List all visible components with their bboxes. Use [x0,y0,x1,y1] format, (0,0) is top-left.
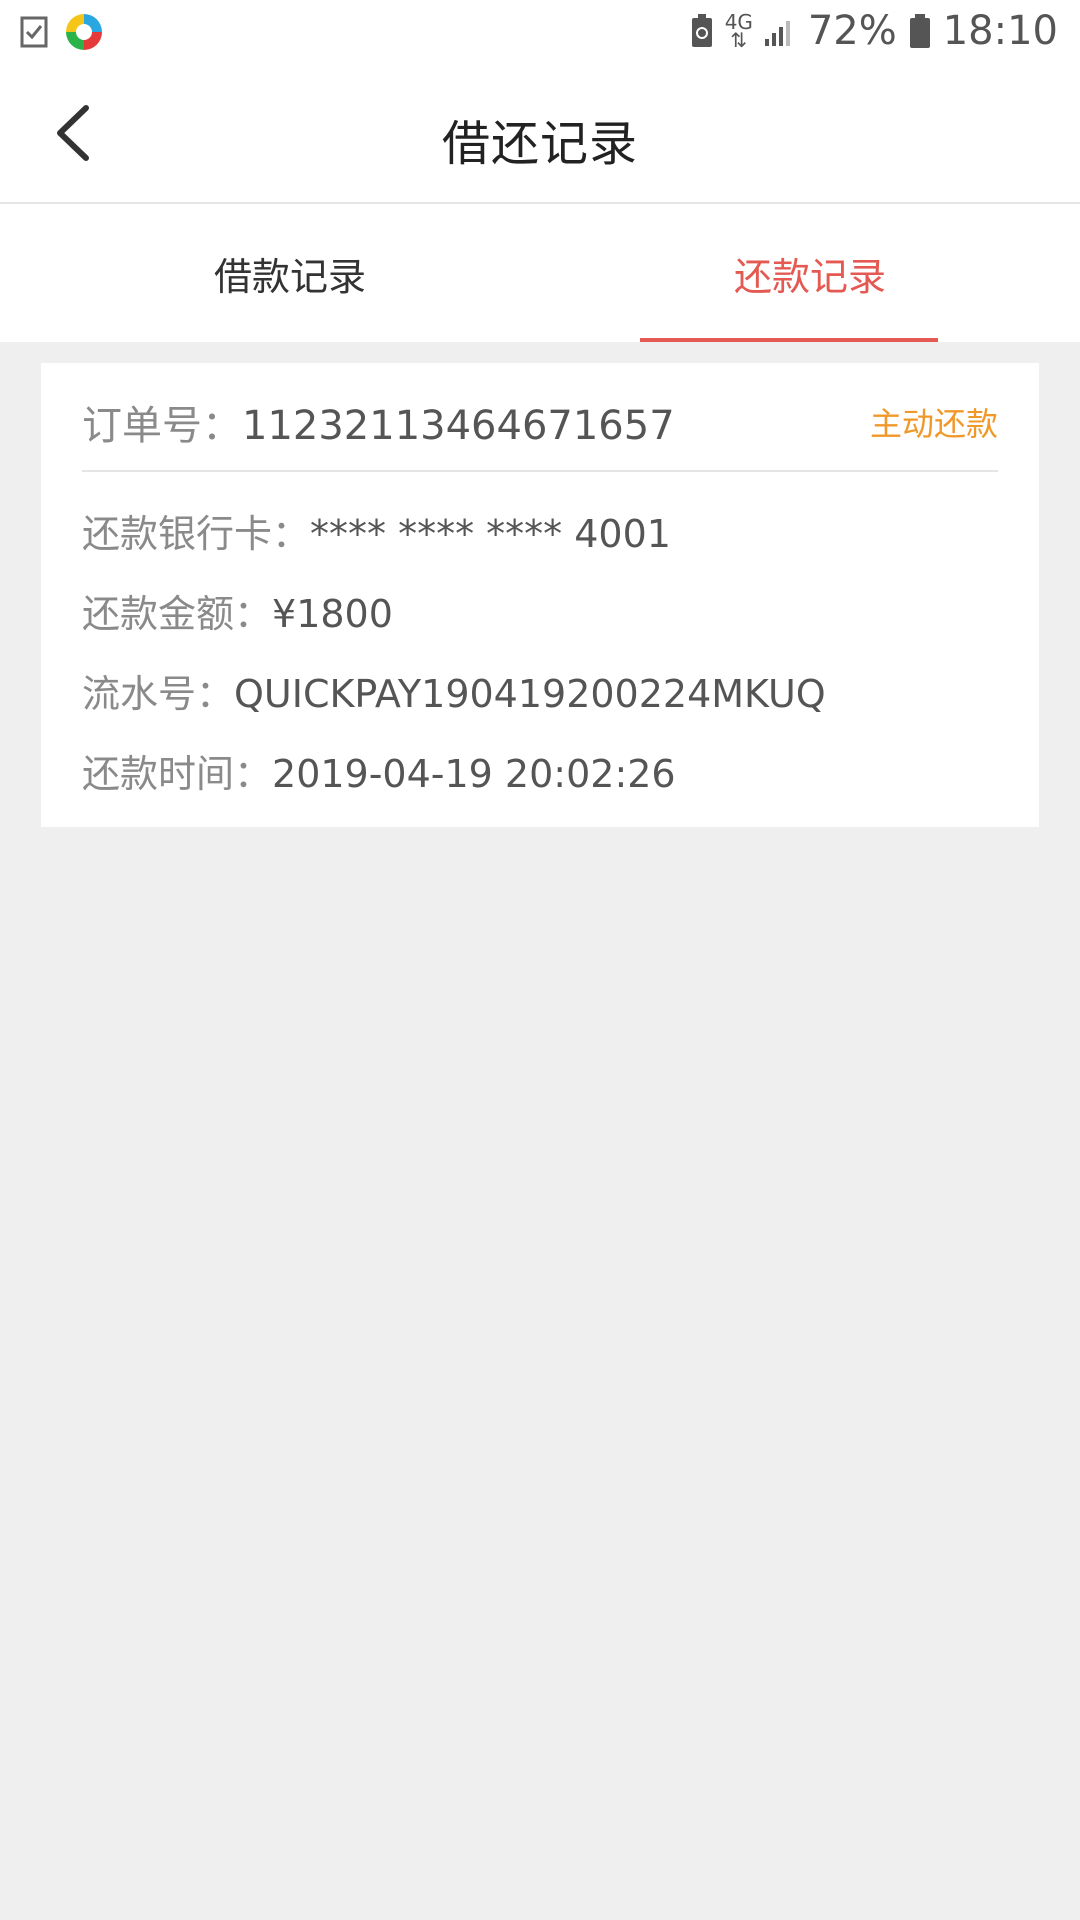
status-left [20,12,104,52]
card-divider [82,470,998,472]
active-tab-indicator [640,338,938,342]
tab-bar: 借款记录 还款记录 [0,204,1080,342]
battery-icon [909,14,930,48]
active-repay-button[interactable]: 主动还款 [870,399,998,445]
bank-card-value: **** **** **** 4001 [310,512,671,556]
clock: 18:10 [942,8,1058,54]
order-number-label: 订单号： [82,403,242,449]
app-header: 借还记录 [0,64,1080,204]
order-number-value: 11232113464671657 [242,403,675,449]
order-number: 订单号：11232113464671657 [82,393,675,451]
tab-repay-records[interactable]: 还款记录 [540,204,1080,342]
checklist-icon [20,16,48,48]
repay-time-value: 2019-04-19 20:02:26 [272,752,676,796]
app-logo-icon [66,14,102,50]
page-title: 借还记录 [441,116,638,172]
repayment-record-card: 订单号：11232113464671657 主动还款 还款银行卡：**** **… [41,363,1039,827]
tab-borrow-records[interactable]: 借款记录 [0,204,580,342]
battery-percent: 72% [807,8,897,54]
amount-label: 还款金额： [82,592,273,636]
network-indicator: 4G ⇅ [725,12,753,52]
amount-row: 还款金额：¥1800 [82,583,393,638]
serial-number-row: 流水号：QUICKPAY190419200224MKUQ [82,663,826,718]
card-header: 订单号：11232113464671657 主动还款 [82,393,998,451]
repay-time-row: 还款时间：2019-04-19 20:02:26 [82,743,676,798]
status-right: 4G ⇅ 72% 18:10 [690,8,1058,54]
repay-time-label: 还款时间： [82,752,273,796]
status-bar: 4G ⇅ 72% 18:10 [0,0,1080,64]
bank-card-row: 还款银行卡：**** **** **** 4001 [82,503,671,558]
tab-repay-records-label: 还款记录 [733,254,886,299]
amount-value: ¥1800 [272,592,393,636]
tab-borrow-records-label: 借款记录 [213,254,366,299]
bank-card-label: 还款银行卡： [82,512,311,556]
data-arrows-icon: ⇅ [730,28,748,52]
battery-saver-icon [691,14,712,47]
serial-number-value: QUICKPAY190419200224MKUQ [234,672,826,716]
signal-icon [764,21,790,46]
serial-number-label: 流水号： [82,672,235,716]
